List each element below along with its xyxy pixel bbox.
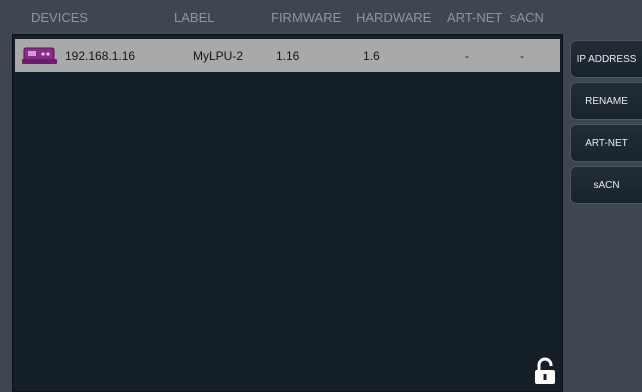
device-icon: [22, 47, 57, 64]
column-header-artnet: ART-NET: [447, 10, 503, 25]
sacn-button[interactable]: sACN: [570, 166, 642, 204]
column-header-label: LABEL: [174, 10, 215, 25]
device-artnet: -: [465, 49, 469, 63]
device-label: MyLPU-2: [193, 49, 244, 63]
rename-button[interactable]: RENAME: [570, 82, 642, 120]
table-header: DEVICES LABEL FIRMWARE HARDWARE ART-NET …: [0, 0, 566, 34]
device-firmware: 1.16: [276, 49, 300, 63]
column-header-hardware: HARDWARE: [356, 10, 432, 25]
ip-address-button[interactable]: IP ADDRESS: [570, 40, 642, 78]
column-header-devices: DEVICES: [31, 10, 89, 25]
device-list[interactable]: 192.168.1.16 MyLPU-2 1.16 1.6 - -: [12, 34, 563, 392]
padlock-unlocked-icon[interactable]: [532, 357, 558, 385]
artnet-button[interactable]: ART-NET: [570, 124, 642, 162]
device-hardware: 1.6: [363, 49, 380, 63]
device-ip: 192.168.1.16: [65, 49, 136, 63]
column-header-firmware: FIRMWARE: [271, 10, 342, 25]
device-sacn: -: [520, 49, 524, 63]
column-header-sacn: sACN: [510, 10, 544, 25]
action-buttons: IP ADDRESS RENAME ART-NET sACN: [570, 40, 642, 208]
device-row[interactable]: 192.168.1.16 MyLPU-2 1.16 1.6 - -: [15, 39, 560, 72]
